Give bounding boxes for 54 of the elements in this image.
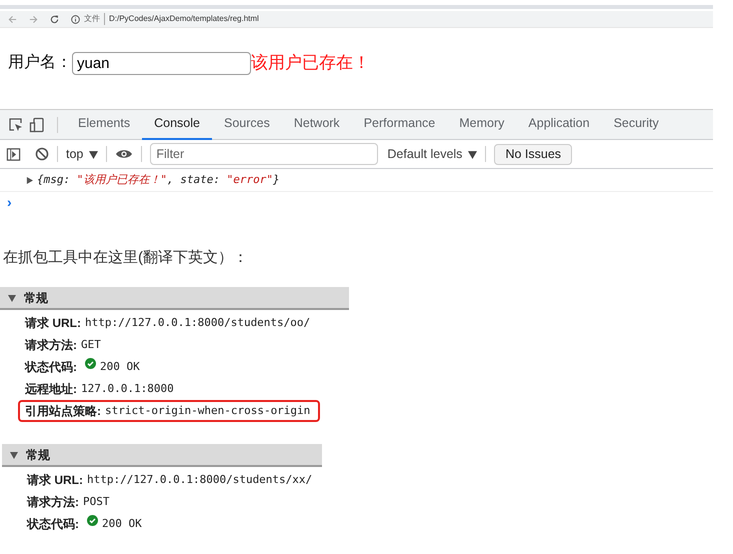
log-object: {msg: "该用户已存在！", state: "error"} [37,172,280,188]
section-title: 常规 [26,446,50,464]
row-label: 请求方法: [27,494,79,511]
row-value: POST [83,494,110,510]
info-icon[interactable] [71,14,80,24]
devtools-tab[interactable]: Elements [66,110,142,140]
row-value: http://127.0.0.1:8000/students/oo/ [85,314,310,331]
clear-icon[interactable] [35,147,49,161]
sidebar-toggle-icon[interactable] [6,146,21,162]
devtools-tab[interactable]: Network [282,110,352,140]
devtools-tab[interactable]: Security [602,110,671,140]
issues-button[interactable]: No Issues [494,144,572,164]
devtools-tab[interactable]: Memory [447,110,516,140]
caret-icon [89,150,98,158]
section-header[interactable]: 常规 [0,287,349,310]
check-circle-icon [87,514,98,526]
row-value: strict-origin-when-cross-origin [105,402,310,419]
device-icon[interactable] [29,116,45,132]
error-message: 该用户已存在！ [251,52,370,74]
devtools-tab[interactable]: Console [142,110,212,140]
triangle-icon[interactable] [8,294,16,302]
row-label: 请求 URL: [25,315,81,332]
devtools-tab[interactable]: Sources [212,110,282,140]
eye-icon[interactable] [115,148,134,160]
reload-icon[interactable] [50,14,59,24]
context-dropdown[interactable]: top [66,144,98,164]
row-label: 远程地址: [25,381,77,398]
section-header[interactable]: 常规 [2,444,322,467]
row-label: 状态代码: [25,359,77,376]
row-label: 状态代码: [27,516,79,533]
check-circle-icon [85,358,96,368]
row-value: http://127.0.0.1:8000/students/xx/ [87,472,312,488]
row-label: 请求 URL: [27,472,83,489]
url-text[interactable]: D:/PyCodes/AjaxDemo/templates/reg.html [109,13,259,25]
note-text: 在抓包工具中在这里(翻译下英文）： [3,249,248,266]
filter-field[interactable]: Filter [150,143,378,165]
devtools-tab[interactable]: Performance [352,110,448,140]
row-value: GET [81,336,101,353]
caret-icon [468,150,478,158]
devtools-tab[interactable]: Application [516,110,602,140]
console-prompt[interactable]: › [7,192,12,212]
username-label: 用户名： [8,52,72,73]
row-value: 127.0.0.1:8000 [81,380,174,397]
row-value: 200 OK [102,516,142,532]
row-value: 200 OK [100,358,140,375]
levels-dropdown[interactable]: Default levels [387,144,478,164]
inspect-icon[interactable] [8,116,24,132]
file-label: 文件 [84,13,105,25]
row-label: 引用站点策略: [25,403,101,420]
username-field[interactable]: yuan [72,52,251,74]
triangle-icon[interactable] [10,450,18,458]
row-label: 请求方法: [25,337,77,354]
section-title: 常规 [24,290,48,306]
expand-triangle-icon[interactable] [26,176,33,184]
